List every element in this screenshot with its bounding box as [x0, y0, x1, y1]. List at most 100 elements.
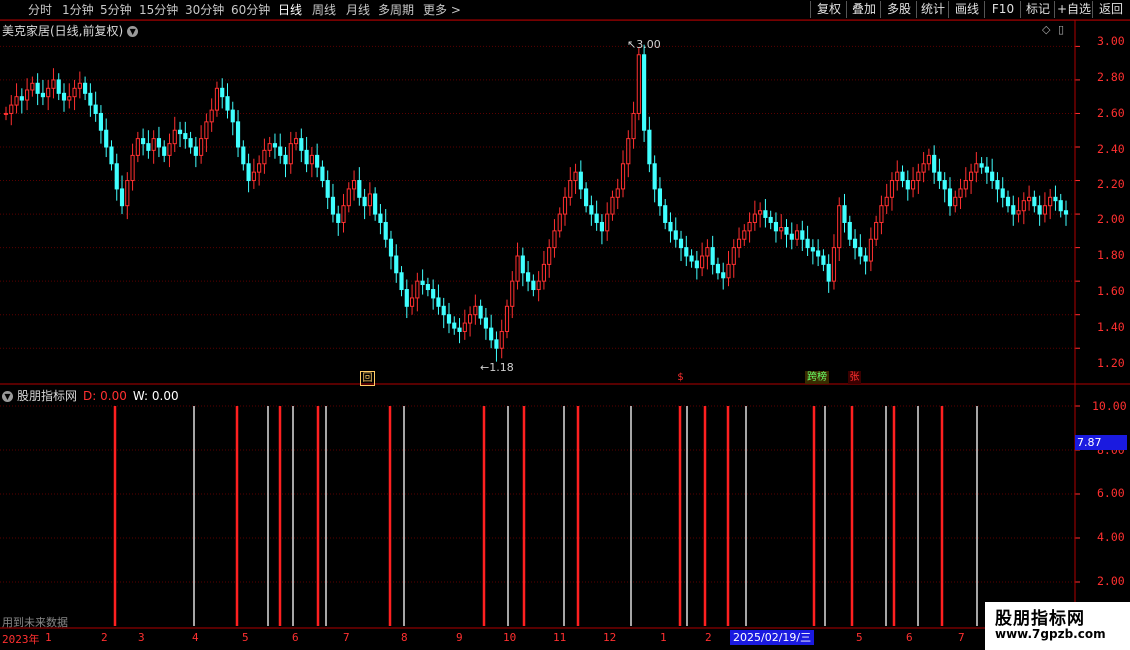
candle-body — [1005, 196, 1011, 207]
candle-body — [293, 138, 299, 145]
candle-body — [1037, 205, 1042, 215]
candle-body — [900, 171, 905, 182]
high-price-label: ↖3.00 — [627, 38, 661, 51]
candle-body — [88, 92, 93, 106]
candle-body — [404, 289, 409, 307]
signal-badge-zhang[interactable]: 张 — [848, 371, 861, 384]
candle-body — [726, 263, 731, 279]
candle-body — [188, 138, 193, 148]
candle-body — [689, 255, 694, 262]
time-label-6: 6 — [292, 631, 299, 644]
candle-body — [288, 143, 293, 165]
candle-body — [531, 280, 536, 291]
time-label-2023: 2023年 — [2, 633, 40, 646]
candle-body — [794, 230, 800, 240]
candle-body — [452, 322, 457, 329]
candle-body — [663, 205, 668, 223]
candle-body — [362, 196, 367, 207]
time-label-12: 12 — [603, 631, 617, 644]
candle-body — [278, 146, 283, 156]
time-label-6b: 6 — [906, 631, 913, 644]
candle-body — [705, 247, 710, 257]
candle-body — [504, 305, 510, 332]
indicator-d-value: D: 0.00 — [83, 389, 127, 403]
candle-body — [1058, 200, 1063, 212]
candle-body — [879, 205, 884, 223]
candle-body — [225, 96, 230, 111]
candle-body — [968, 171, 974, 182]
candle-body — [251, 171, 256, 182]
candle-body — [863, 255, 868, 262]
candle-body — [478, 305, 483, 319]
window-icon[interactable]: ▯ — [1058, 23, 1064, 36]
y-tick-2-40: 2.40 — [1097, 142, 1125, 156]
candle-body — [932, 154, 937, 173]
candle-body — [1042, 205, 1047, 215]
candle-body — [14, 96, 19, 106]
candle-body — [336, 213, 341, 223]
candle-body — [1053, 196, 1058, 202]
candle-body — [220, 87, 225, 98]
time-label-2: 2 — [101, 631, 108, 644]
candle-body — [594, 213, 599, 223]
candle-body — [974, 163, 979, 173]
candle-body — [446, 314, 452, 324]
candle-body — [77, 82, 82, 89]
candle-body — [541, 263, 546, 282]
candle-body — [916, 171, 921, 182]
candle-body — [209, 109, 214, 123]
candle-body — [847, 221, 852, 240]
candle-body — [578, 171, 583, 190]
candle-body — [230, 109, 235, 123]
candle-body — [868, 238, 873, 262]
time-label-5: 5 — [242, 631, 249, 644]
candle-body — [937, 171, 942, 182]
candle-body — [40, 92, 45, 98]
candle-body — [457, 327, 462, 332]
chart-canvas[interactable] — [0, 0, 1130, 650]
candle-body — [9, 104, 14, 114]
low-price-label: ←1.18 — [480, 361, 514, 374]
ind-y-tick-10: 10.00 — [1092, 399, 1127, 413]
y-tick-2-60: 2.60 — [1097, 106, 1125, 120]
candle-body — [742, 230, 747, 240]
candle-body — [299, 138, 304, 151]
candle-body — [341, 205, 346, 223]
candle-body — [1021, 200, 1026, 212]
diamond-icon[interactable]: ◇ — [1042, 23, 1050, 36]
candle-body — [30, 82, 35, 91]
candle-body — [172, 129, 177, 145]
chevron-down-icon[interactable]: ▼ — [127, 26, 139, 37]
ind-y-tick-6: 6.00 — [1097, 486, 1125, 500]
signal-badge-kuabang[interactable]: 跨榜 — [805, 371, 829, 384]
signal-badge-hui[interactable]: 回 — [360, 371, 375, 386]
candle-body — [615, 188, 620, 198]
candle-body — [235, 121, 241, 148]
candle-body — [436, 297, 441, 307]
main-chart-title[interactable]: 美克家居(日线,前复权) ▼ — [2, 22, 139, 39]
candle-body — [83, 82, 88, 94]
candle-body — [921, 163, 926, 173]
candle-body — [552, 230, 557, 249]
candle-body — [963, 180, 968, 190]
candle-body — [784, 226, 789, 235]
candle-body — [816, 250, 821, 257]
candle-body — [193, 146, 198, 156]
candle-body — [183, 133, 188, 140]
candle-body — [431, 289, 436, 299]
candle-body — [684, 247, 689, 257]
indicator-title-bar[interactable]: ▼ 股朋指标网 D: 0.00 W: 0.00 — [2, 387, 179, 404]
candle-body — [19, 96, 24, 101]
candle-body — [351, 180, 357, 190]
chevron-down-icon[interactable]: ▼ — [2, 391, 13, 402]
candle-body — [826, 263, 831, 282]
signal-badge-dollar[interactable]: $ — [674, 371, 687, 384]
candle-body — [104, 129, 109, 148]
candle-body — [547, 247, 552, 265]
candle-body — [620, 163, 626, 190]
candlestick-series — [3, 44, 1069, 362]
candle-body — [35, 82, 40, 94]
candle-body — [557, 213, 562, 232]
candle-body — [1016, 210, 1021, 215]
candle-body — [441, 305, 446, 316]
